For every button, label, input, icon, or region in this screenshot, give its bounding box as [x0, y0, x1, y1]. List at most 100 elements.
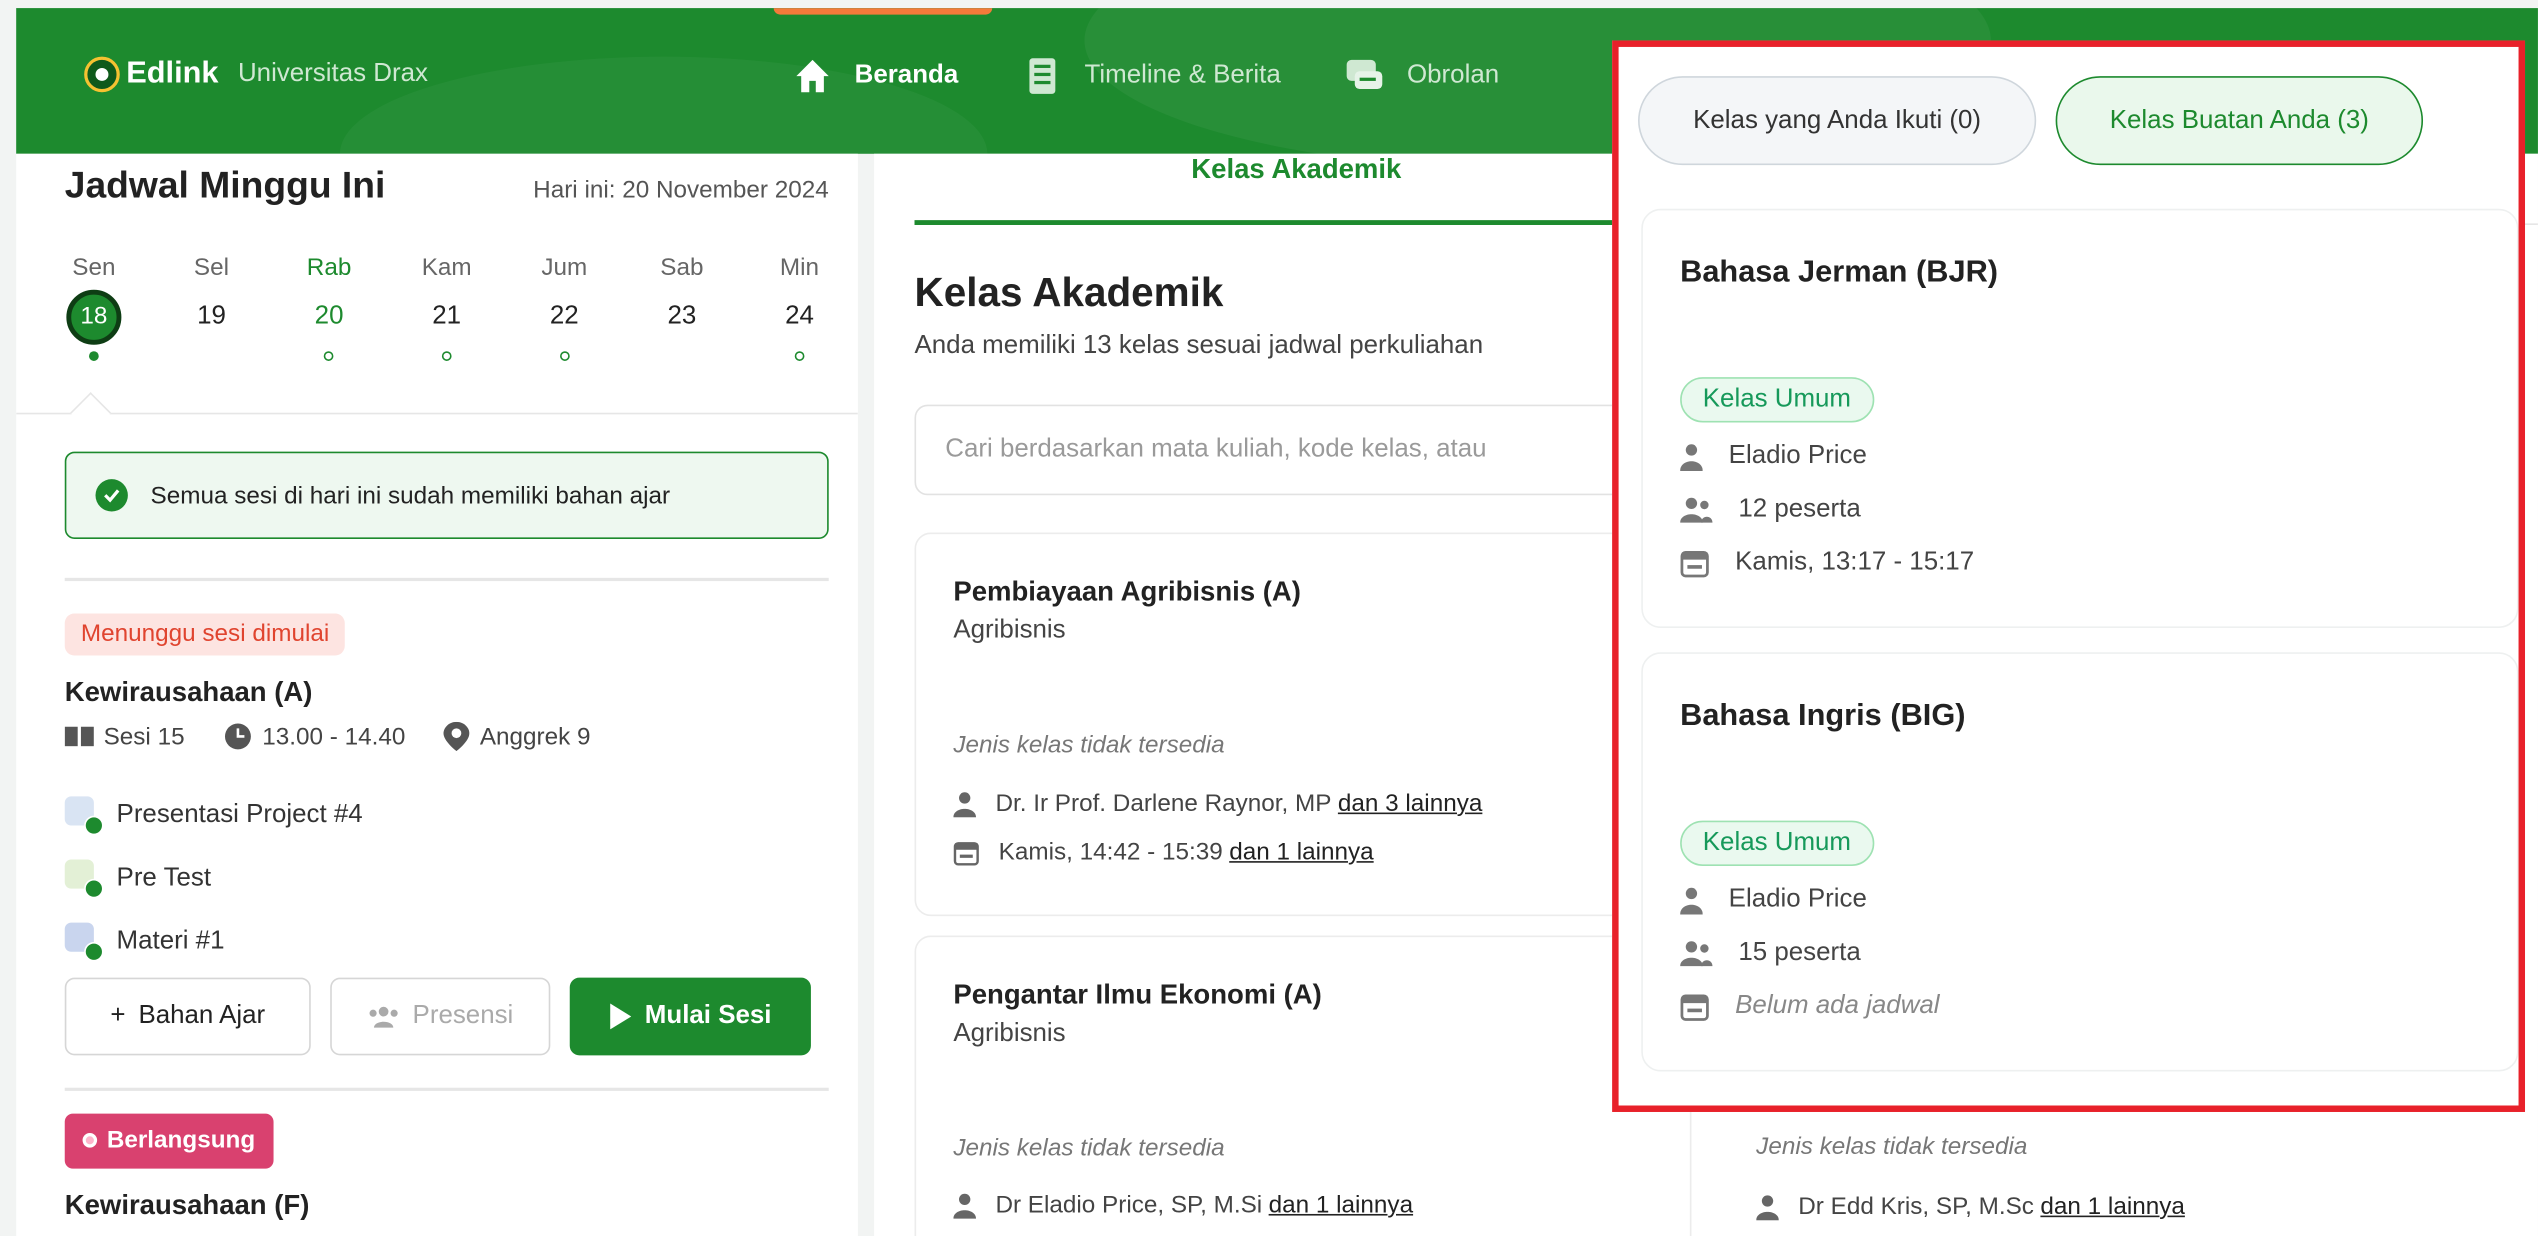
live-dot-icon [82, 1133, 98, 1148]
material-list: Presentasi Project #4 Pre Test Materi #1 [64, 783, 363, 973]
class-type-tag: Kelas Umum [1680, 377, 1874, 423]
schedule-text: Kamis, 13:17 - 15:17 [1735, 548, 1975, 577]
session-time: 13.00 - 14.40 [223, 722, 405, 751]
day-friday[interactable]: Jum 22 [535, 254, 593, 361]
check-circle-icon [95, 479, 128, 512]
quiz-icon [64, 858, 104, 898]
day-sunday[interactable]: Min 24 [770, 254, 828, 361]
calendar-icon [1680, 994, 1709, 1021]
calendar-icon [953, 841, 979, 865]
lecturer-name: Dr Edd Kris, SP, M.Sc [1798, 1192, 2034, 1221]
participant-count: 15 peserta [1738, 938, 1861, 967]
nav-label: Obrolan [1406, 61, 1500, 90]
weekly-schedule-panel: Jadwal Minggu Ini Hari ini: 20 November … [16, 153, 858, 1236]
more-schedules-link[interactable]: dan 1 lainnya [1229, 838, 1373, 866]
nav-item-obrolan[interactable]: Obrolan [1345, 57, 1499, 96]
material-label: Pre Test [116, 863, 212, 892]
class-participants: 12 peserta [1680, 495, 1861, 524]
day-monday[interactable]: Sen 18 [65, 254, 123, 361]
course-lecturer: Dr Eladio Price, SP, M.Si dan 1 lainnya [953, 1191, 1413, 1219]
day-name: Kam [421, 254, 472, 282]
button-label: Mulai Sesi [644, 1001, 772, 1030]
material-item[interactable]: Materi #1 [64, 910, 363, 973]
day-saturday[interactable]: Sab 23 [653, 254, 711, 361]
course-type: Jenis kelas tidak tersedia [953, 1134, 1225, 1163]
session-time-text: 13.00 - 14.40 [262, 722, 406, 751]
divider [16, 412, 858, 415]
course-title: Pembiayaan Agribisnis (A) [953, 576, 1301, 607]
users-icon [1680, 941, 1713, 967]
participant-count: 12 peserta [1738, 495, 1861, 523]
class-card[interactable]: Bahasa Jerman (BJR) Kelas Umum Eladio Pr… [1641, 208, 2519, 629]
class-title: Bahasa Ingris (BIG) [1680, 699, 1966, 734]
live-status-badge: Berlangsung [64, 1113, 274, 1169]
university-name: Universitas Drax [237, 59, 428, 88]
owner-name: Eladio Price [1728, 885, 1867, 913]
button-label: Bahan Ajar [138, 1001, 266, 1030]
users-icon [369, 1006, 398, 1028]
more-lecturers-link[interactable]: dan 1 lainnya [2040, 1193, 2184, 1221]
class-card[interactable]: Bahasa Ingris (BIG) Kelas Umum Eladio Pr… [1641, 652, 2519, 1072]
presentation-icon [64, 795, 104, 835]
day-name: Min [779, 254, 820, 282]
page-subtitle: Anda memiliki 13 kelas sesuai jadwal per… [914, 331, 1484, 360]
owner-name: Eladio Price [1728, 441, 1867, 470]
calendar-icon [1680, 550, 1709, 578]
nav-item-timeline[interactable]: Timeline & Berita [1023, 57, 1281, 96]
start-session-button[interactable]: Mulai Sesi [569, 977, 811, 1056]
session-title[interactable]: Kewirausahaan (F) [65, 1190, 310, 1222]
course-lecturer: Dr Edd Kris, SP, M.Sc dan 1 lainnya [1756, 1192, 2185, 1221]
course-card[interactable]: Pembiayaan Agribisnis (A) Agribisnis Jen… [914, 532, 1692, 917]
session-title[interactable]: Kewirausahaan (A) [65, 677, 313, 709]
divider [64, 577, 829, 582]
day-name: Sel [193, 254, 230, 282]
day-indicator [559, 351, 570, 361]
day-name: Jum [541, 254, 588, 282]
course-department: Agribisnis [953, 1019, 1066, 1048]
add-material-button[interactable]: + Bahan Ajar [64, 977, 311, 1056]
alert-text: Semua sesi di hari ini sudah memiliki ba… [150, 481, 671, 510]
class-type-tag: Kelas Umum [1680, 820, 1874, 866]
selected-day-caret [70, 392, 112, 434]
nav-label: Beranda [854, 61, 959, 90]
course-title: Pengantar Ilmu Ekonomi (A) [953, 979, 1322, 1011]
more-lecturers-link[interactable]: dan 1 lainnya [1269, 1191, 1413, 1219]
material-item[interactable]: Presentasi Project #4 [64, 783, 363, 846]
more-lecturers-link[interactable]: dan 3 lainnya [1338, 790, 1482, 818]
session-meta: Sesi 15 13.00 - 14.40 Anggrek 9 [64, 721, 630, 752]
tab-created-classes[interactable]: Kelas Buatan Anda (3) [2055, 76, 2424, 166]
day-tuesday[interactable]: Sel 19 [182, 254, 240, 361]
course-type: Jenis kelas tidak tersedia [953, 731, 1225, 760]
course-type: Jenis kelas tidak tersedia [1756, 1133, 2028, 1161]
tab-followed-classes[interactable]: Kelas yang Anda Ikuti (0) [1638, 76, 2037, 166]
page-title: Kelas Akademik [914, 270, 1224, 316]
material-item[interactable]: Pre Test [64, 847, 363, 910]
day-indicator [324, 351, 334, 361]
nav-item-beranda[interactable]: Beranda [793, 57, 958, 96]
day-name: Sen [72, 254, 116, 282]
divider [64, 1087, 829, 1091]
class-schedule: Belum ada jadwal [1680, 992, 1940, 1021]
attendance-button[interactable]: Presensi [330, 977, 551, 1056]
badge-label: Berlangsung [106, 1126, 256, 1155]
class-participants: 15 peserta [1680, 939, 1861, 968]
day-number: 21 [432, 302, 462, 331]
tab-kelas-akademik[interactable]: Kelas Akademik [1191, 154, 1401, 186]
materials-complete-alert: Semua sesi di hari ini sudah memiliki ba… [64, 451, 829, 539]
location-pin-icon [444, 721, 471, 752]
chat-icon [1347, 59, 1383, 90]
day-name: Sab [660, 254, 704, 282]
lecturer-name: Dr Eladio Price, SP, M.Si [995, 1191, 1263, 1219]
day-number: 19 [197, 302, 226, 331]
day-number: 24 [785, 302, 814, 331]
brand[interactable]: Edlink Universitas Drax [84, 56, 428, 93]
day-indicator [89, 351, 99, 361]
users-icon [1680, 497, 1713, 523]
news-icon [1029, 58, 1056, 94]
class-schedule: Kamis, 13:17 - 15:17 [1680, 549, 1974, 578]
day-indicator [441, 351, 452, 361]
day-thursday[interactable]: Kam 21 [418, 254, 476, 361]
class-owner: Eladio Price [1680, 885, 1867, 914]
day-wednesday[interactable]: Rab 20 [300, 254, 358, 361]
course-card[interactable]: Pengantar Ilmu Ekonomi (A) Agribisnis Je… [914, 935, 1692, 1236]
